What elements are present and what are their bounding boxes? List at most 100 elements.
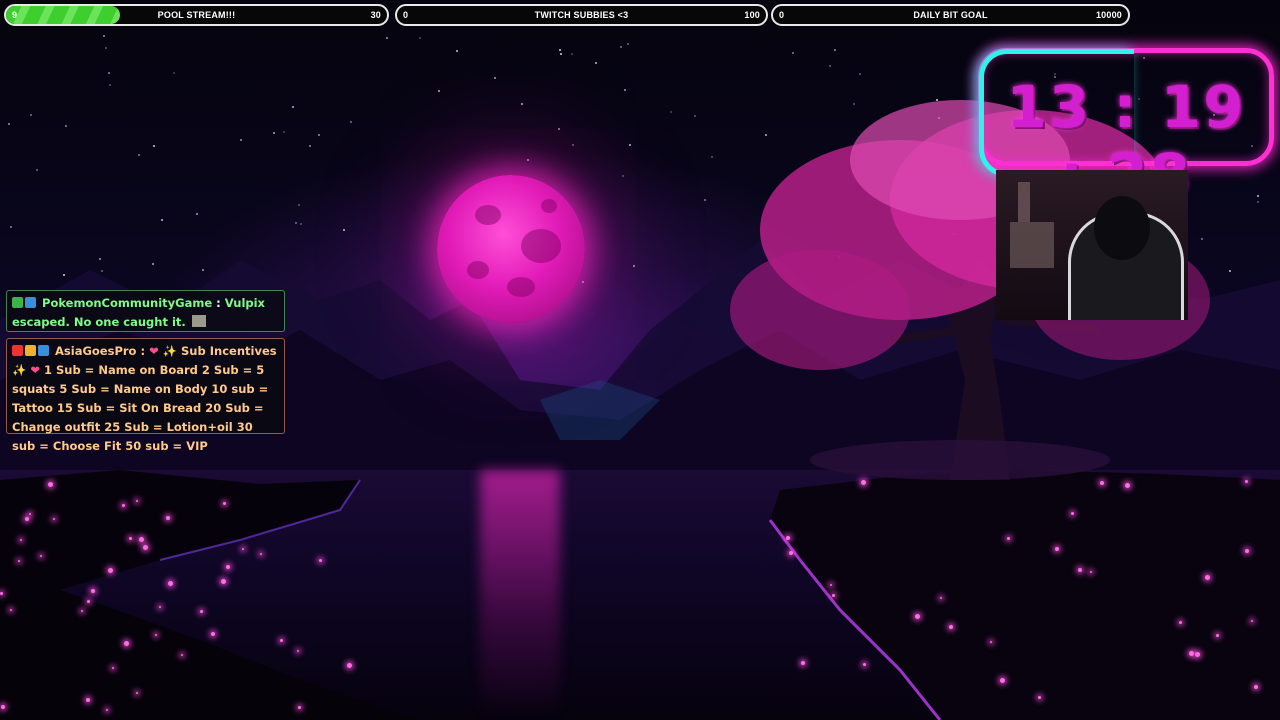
firefly-glow	[1189, 651, 1194, 656]
goal-target-value: 10000	[1095, 10, 1122, 20]
firefly-glow	[139, 537, 144, 542]
firefly-glow	[1071, 512, 1074, 515]
firefly-glow	[166, 516, 170, 520]
firefly-glow	[143, 545, 148, 550]
firefly-glow	[1100, 481, 1104, 485]
star	[273, 132, 275, 134]
firefly-glow	[86, 698, 90, 702]
firefly-glow	[1090, 571, 1092, 573]
firefly-glow	[861, 480, 866, 485]
star	[670, 111, 672, 113]
star	[834, 49, 836, 51]
star	[138, 154, 140, 156]
star	[622, 175, 624, 177]
firefly-glow	[129, 537, 132, 540]
firefly-glow	[1078, 568, 1082, 572]
firefly-glow	[1216, 634, 1219, 637]
firefly-glow	[48, 482, 53, 487]
firefly-glow	[863, 663, 866, 666]
star	[419, 37, 421, 39]
prime-badge-icon	[25, 297, 36, 308]
star	[318, 134, 320, 136]
star	[694, 115, 696, 117]
star	[30, 114, 32, 116]
star	[153, 145, 155, 147]
star	[859, 73, 861, 75]
star	[108, 72, 110, 74]
firefly-glow	[1251, 620, 1253, 622]
star	[438, 90, 440, 92]
star	[521, 103, 523, 105]
firefly-glow	[112, 667, 114, 669]
firefly-glow	[801, 661, 805, 665]
firefly-glow	[200, 610, 203, 613]
firefly-glow	[1055, 547, 1059, 551]
star	[173, 72, 175, 74]
webcam-feed	[996, 170, 1188, 320]
firefly-glow	[832, 594, 835, 597]
pink-moon	[437, 175, 585, 323]
neon-countdown-timer: 13 : 19 : 28	[978, 48, 1274, 209]
streamer-silhouette	[1094, 196, 1150, 260]
firefly-glow	[1179, 621, 1182, 624]
firefly-glow	[155, 634, 157, 636]
star	[624, 89, 626, 91]
star	[292, 106, 294, 108]
star	[571, 53, 573, 55]
chat-message: AsiaGoesPro : ❤ ✨ Sub Incentives ✨ ❤ 1 S…	[6, 338, 285, 453]
firefly-glow	[1245, 480, 1248, 483]
prime-badge-icon	[38, 345, 49, 356]
firefly-glow	[226, 565, 230, 569]
goal-title: POOL STREAM!!!	[157, 10, 236, 20]
star	[558, 128, 560, 130]
firefly-glow	[1245, 549, 1249, 553]
star	[527, 159, 529, 161]
broadcaster-badge-icon	[12, 345, 23, 356]
star	[559, 49, 561, 51]
firefly-glow	[949, 625, 953, 629]
pencil-badge-icon	[12, 297, 23, 308]
firefly-glow	[1195, 652, 1200, 657]
goal-target-value: 100	[744, 10, 760, 20]
firefly-glow	[789, 551, 793, 555]
goal-title: DAILY BIT GOAL	[913, 10, 988, 20]
star	[792, 52, 794, 54]
firefly-glow	[25, 517, 29, 521]
star	[105, 47, 107, 49]
chat-username[interactable]: PokemonCommunityGame	[42, 296, 212, 310]
firefly-glow	[29, 513, 31, 515]
firefly-glow	[108, 568, 113, 573]
heart-emote-icon: ❤	[149, 344, 159, 358]
firefly-glow	[211, 632, 215, 636]
firefly-glow	[136, 692, 138, 694]
firefly-glow	[1007, 537, 1010, 540]
firefly-glow	[40, 555, 42, 557]
firefly-glow	[87, 600, 90, 603]
handshake-badge-icon	[25, 345, 36, 356]
firefly-glow	[260, 553, 262, 555]
firefly-glow	[1205, 575, 1210, 580]
goal-target-value: 30	[370, 10, 381, 20]
webcam-background-lamp	[1018, 182, 1030, 222]
star	[572, 144, 574, 146]
firefly-glow	[122, 504, 125, 507]
chat-separator: :	[212, 296, 225, 310]
star	[8, 123, 10, 125]
firefly-glow	[319, 559, 322, 562]
star	[829, 65, 831, 67]
webcam-background-shelf	[1010, 222, 1054, 268]
chat-username[interactable]: AsiaGoesPro	[55, 344, 136, 358]
star	[386, 37, 388, 39]
firefly-glow	[242, 548, 244, 550]
goal-title: TWITCH SUBBIES <3	[534, 10, 629, 20]
pokeball-emote-icon	[191, 315, 206, 327]
star	[240, 139, 242, 141]
star	[629, 144, 631, 146]
firefly-glow	[347, 663, 352, 668]
star	[456, 50, 458, 52]
firefly-glow	[53, 518, 55, 520]
firefly-glow	[10, 609, 12, 611]
star	[494, 77, 496, 79]
firefly-glow	[124, 641, 129, 646]
firefly-glow	[1, 705, 5, 709]
